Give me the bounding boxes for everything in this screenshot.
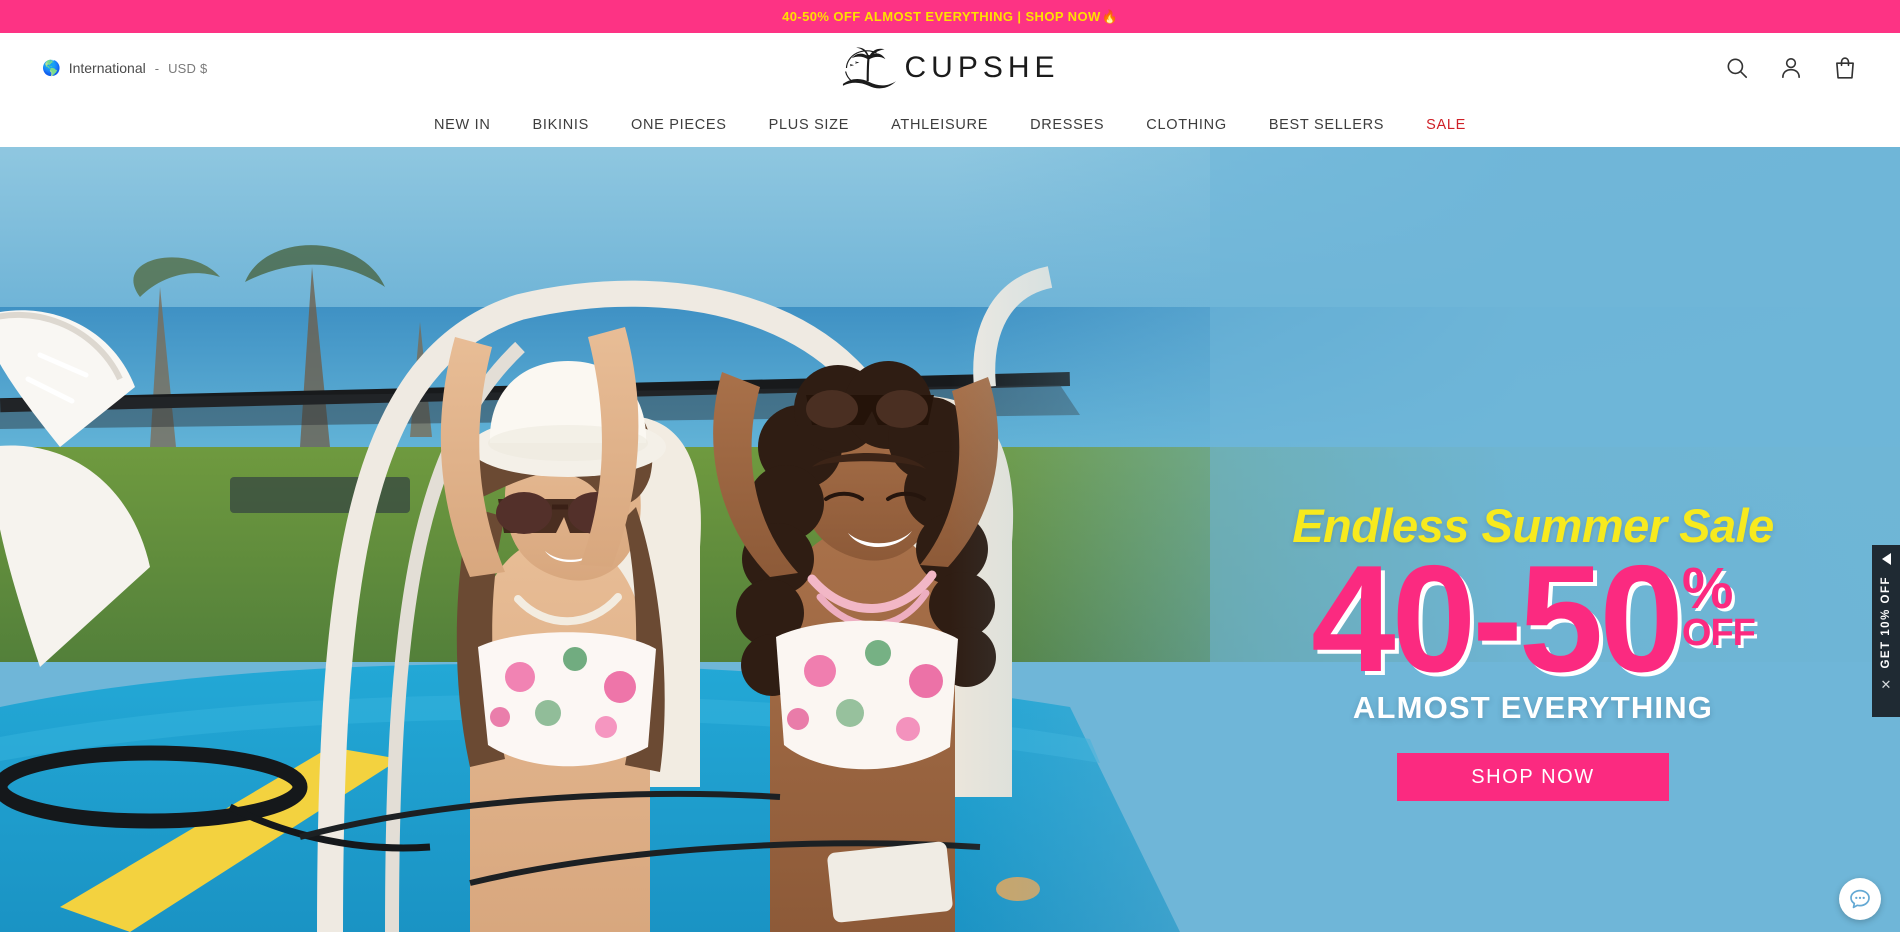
nav-item-dresses[interactable]: DRESSES (1009, 117, 1125, 133)
primary-nav: NEW IN BIKINIS ONE PIECES PLUS SIZE ATHL… (0, 103, 1900, 147)
triangle-left-icon (1881, 553, 1891, 565)
locale-country-label: International (68, 60, 146, 76)
shopping-bag-icon[interactable] (1832, 55, 1858, 81)
hero-banner: Endless Summer Sale 40-50 % OFF ALMOST E… (0, 147, 1900, 932)
chat-widget-button[interactable] (1839, 878, 1881, 920)
hero-discount-suffix: % OFF (1681, 556, 1756, 655)
hero-discount-block: 40-50 % OFF (1253, 534, 1813, 704)
get-discount-tab[interactable]: GET 10% OFF ✕ (1872, 545, 1900, 717)
get-discount-label: GET 10% OFF (1880, 576, 1892, 669)
nav-item-bikinis[interactable]: BIKINIS (512, 117, 610, 133)
nav-item-new-in[interactable]: NEW IN (413, 117, 512, 133)
globe-icon: 🌎 (42, 59, 61, 77)
close-icon[interactable]: ✕ (1881, 678, 1892, 691)
hero-copy: Endless Summer Sale 40-50 % OFF ALMOST E… (1253, 502, 1813, 802)
locale-separator: - (154, 60, 160, 76)
user-icon[interactable] (1778, 55, 1804, 81)
hero-percent-symbol: % (1681, 556, 1734, 621)
hero-off-word: OFF (1681, 612, 1756, 655)
fire-icon: 🔥 (1101, 8, 1118, 24)
site-header: 🌎 International - USD $ CUPSHE (0, 33, 1900, 103)
page-root: 40-50% OFF ALMOST EVERYTHING | SHOP NOW … (0, 0, 1900, 932)
site-logo[interactable]: CUPSHE (840, 45, 1059, 91)
palm-tree-island-icon (842, 47, 897, 89)
search-icon[interactable] (1724, 55, 1750, 81)
nav-item-athleisure[interactable]: ATHLEISURE (870, 117, 1009, 133)
chat-bubble-icon (1850, 889, 1870, 909)
nav-item-clothing[interactable]: CLOTHING (1125, 117, 1248, 133)
hero-discount-range: 40-50 (1311, 534, 1684, 704)
locale-currency-label: USD $ (168, 60, 208, 76)
nav-item-best-sellers[interactable]: BEST SELLERS (1248, 117, 1405, 133)
header-actions (1724, 55, 1858, 81)
nav-item-plus-size[interactable]: PLUS SIZE (748, 117, 870, 133)
shop-now-button[interactable]: SHOP NOW (1397, 753, 1669, 802)
nav-item-sale[interactable]: SALE (1405, 117, 1487, 133)
announcement-bar[interactable]: 40-50% OFF ALMOST EVERYTHING | SHOP NOW … (0, 0, 1900, 33)
announcement-text: 40-50% OFF ALMOST EVERYTHING | SHOP NOW (782, 9, 1101, 24)
logo-wordmark: CUPSHE (904, 51, 1060, 84)
locale-selector[interactable]: 🌎 International - USD $ (42, 60, 207, 76)
nav-item-one-pieces[interactable]: ONE PIECES (610, 117, 748, 133)
